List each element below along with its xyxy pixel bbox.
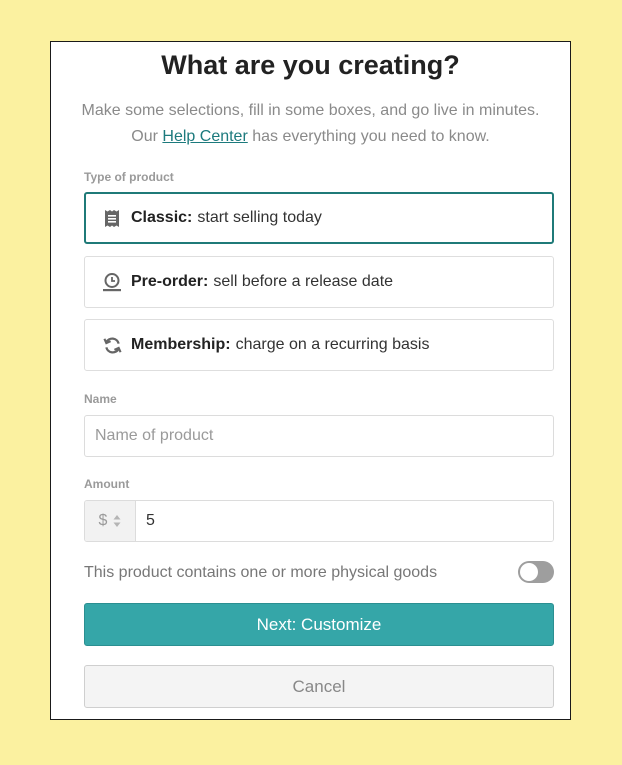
- amount-label: Amount: [84, 477, 130, 491]
- currency-symbol: $: [98, 512, 108, 529]
- next-customize-button[interactable]: Next: Customize: [84, 603, 554, 646]
- physical-goods-label: This product contains one or more physic…: [84, 564, 438, 581]
- refresh-icon: [102, 335, 122, 355]
- option-preorder-desc: sell before a release date: [213, 273, 394, 290]
- clock-icon: [102, 272, 122, 292]
- amount-input[interactable]: [136, 501, 553, 541]
- cancel-button[interactable]: Cancel: [84, 665, 554, 708]
- sort-arrows-icon: [113, 515, 121, 527]
- subtitle-text-after: has everything you need to know.: [247, 128, 490, 145]
- option-classic-desc: start selling today: [197, 209, 322, 226]
- amount-field: $: [84, 500, 554, 542]
- receipt-icon: [102, 208, 122, 228]
- dialog-title: What are you creating?: [161, 50, 460, 80]
- create-product-dialog: What are you creating? Make some selecti…: [50, 41, 571, 720]
- option-classic-name: Classic:: [131, 209, 193, 226]
- option-classic[interactable]: Classic: start selling today: [84, 192, 554, 244]
- name-label: Name: [84, 392, 117, 406]
- dialog-subtitle: Make some selections, fill in some boxes…: [81, 98, 540, 150]
- option-preorder-name: Pre-order:: [131, 273, 209, 290]
- product-type-label: Type of product: [84, 170, 174, 184]
- option-preorder[interactable]: Pre-order: sell before a release date: [84, 256, 554, 308]
- currency-select[interactable]: $: [85, 501, 136, 541]
- option-membership-name: Membership:: [131, 336, 231, 353]
- product-name-input[interactable]: [84, 415, 554, 457]
- option-membership[interactable]: Membership: charge on a recurring basis: [84, 319, 554, 371]
- help-center-link[interactable]: Help Center: [162, 128, 247, 145]
- physical-goods-toggle[interactable]: [518, 561, 554, 583]
- toggle-knob: [520, 563, 538, 581]
- option-membership-desc: charge on a recurring basis: [235, 336, 430, 353]
